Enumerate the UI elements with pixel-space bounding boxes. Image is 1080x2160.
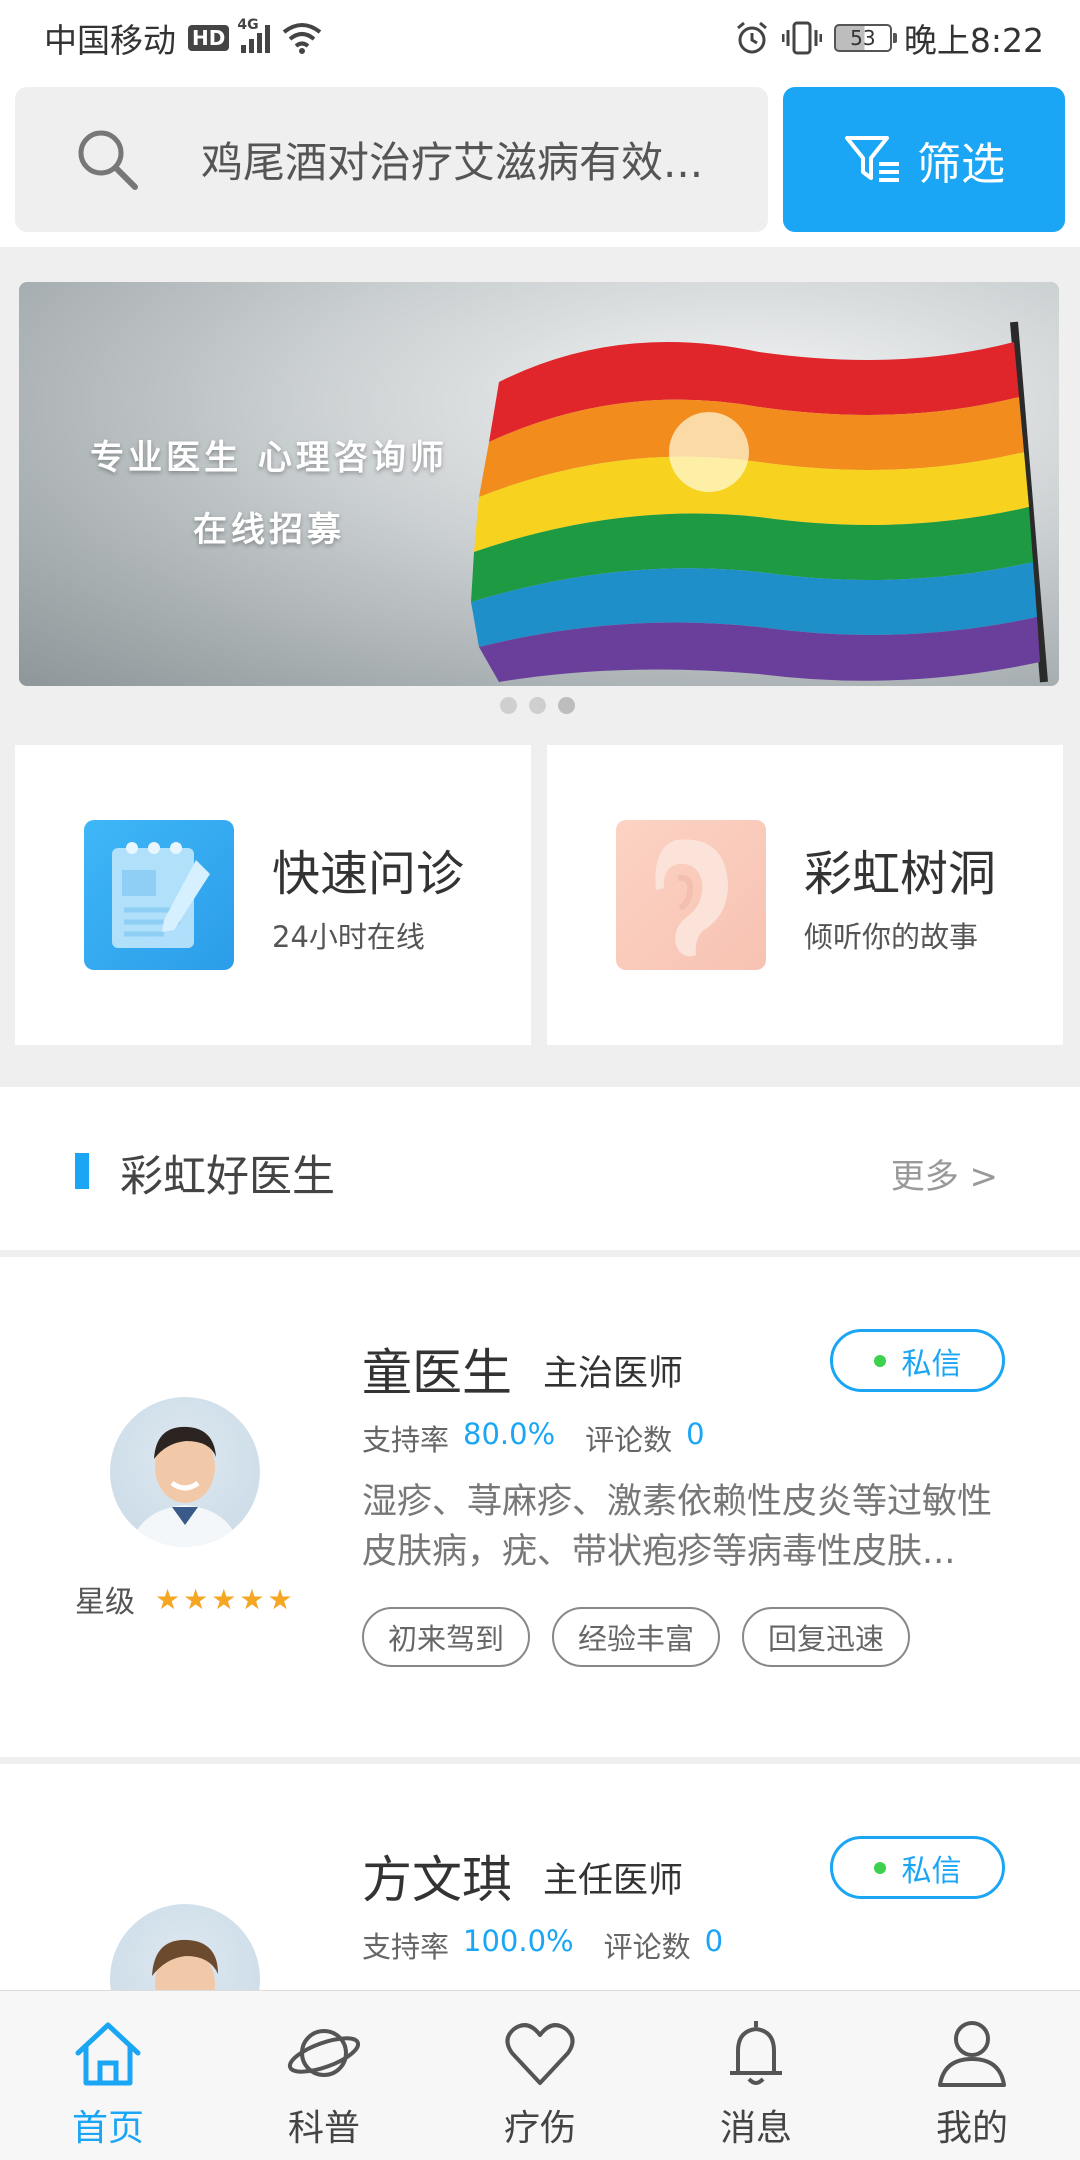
comment-value: 0	[686, 1417, 705, 1451]
avatar	[110, 1397, 260, 1547]
quick-consult-title: 快速问诊	[272, 846, 465, 902]
support-label: 支持率	[362, 1930, 450, 1964]
online-dot-icon	[873, 1861, 886, 1874]
support-label: 支持率	[362, 1423, 450, 1457]
battery-icon: 53	[833, 23, 897, 52]
doctor-card[interactable]: 星级 ★ ★ ★ ★ ★ 童医生 主治医师 私信 支持率 80.0% 评论数 0…	[0, 1257, 1080, 1757]
filter-icon	[845, 135, 899, 182]
alarm-icon	[736, 21, 767, 53]
quick-consult-subtitle: 24小时在线	[272, 920, 425, 954]
star-icon: ★	[267, 1582, 293, 1616]
banner-line1: 专业医生 心理咨询师	[90, 438, 448, 478]
rainbow-treehole-title: 彩虹树洞	[804, 846, 997, 902]
star-icon: ★	[183, 1582, 209, 1616]
doctor-title: 主任医师	[543, 1861, 684, 1901]
quick-consult-text: 快速问诊 24小时在线	[272, 834, 464, 956]
tab-label: 我的	[935, 2108, 1008, 2149]
star-label: 星级	[75, 1585, 135, 1620]
private-message-button[interactable]: 私信	[830, 1329, 1005, 1392]
recruit-banner[interactable]: 专业医生 心理咨询师 在线招募	[19, 282, 1059, 686]
tab-label: 疗伤	[503, 2108, 576, 2149]
quick-consult-card[interactable]: 快速问诊 24小时在线	[15, 745, 531, 1045]
heart-icon	[505, 2023, 575, 2085]
signal-icon: 4G	[237, 17, 271, 53]
private-message-button[interactable]: 私信	[830, 1836, 1005, 1899]
doctor-tag: 经验丰富	[552, 1607, 721, 1667]
pager-dot[interactable]	[529, 697, 546, 714]
tab-label: 消息	[719, 2108, 792, 2149]
pager-dot[interactable]	[500, 697, 517, 714]
filter-button[interactable]: 筛选	[783, 87, 1065, 232]
doctor-tags: 初来驾到 经验丰富 回复迅速	[362, 1607, 911, 1667]
status-bar: 中国移动 HD 4G 53 晚上8:22	[0, 0, 1080, 75]
doctor-tag: 初来驾到	[362, 1607, 531, 1667]
search-header: 鸡尾酒对治疗艾滋病有效... 筛选	[0, 75, 1080, 247]
rainbow-treehole-subtitle: 倾听你的故事	[804, 920, 979, 954]
banner-text: 专业医生 心理咨询师 在线招募	[59, 422, 479, 566]
status-right: 53 晚上8:22	[734, 14, 1044, 62]
star-rating: 星级 ★ ★ ★ ★ ★	[75, 1577, 293, 1621]
avatar	[110, 1904, 260, 1990]
notebook-icon	[84, 820, 234, 970]
search-input[interactable]: 鸡尾酒对治疗艾滋病有效...	[15, 87, 768, 232]
user-icon	[938, 2021, 1006, 2087]
wifi-icon	[283, 22, 322, 54]
star-icon: ★	[155, 1582, 181, 1616]
doctor-name: 童医生	[362, 1344, 512, 1402]
tab-messages[interactable]: 消息	[648, 1991, 864, 2160]
comment-label: 评论数	[603, 1930, 691, 1964]
doctor-stats: 支持率 80.0% 评论数 0	[362, 1417, 721, 1459]
more-link[interactable]: 更多 >	[891, 1149, 998, 1198]
rainbow-treehole-card[interactable]: 彩虹树洞 倾听你的故事	[547, 745, 1063, 1045]
private-message-label: 私信	[901, 1853, 962, 1889]
search-icon	[78, 130, 138, 190]
tab-label: 首页	[71, 2108, 144, 2149]
search-text: 鸡尾酒对治疗艾滋病有效...	[201, 138, 704, 187]
tab-healing[interactable]: 疗伤	[432, 1991, 648, 2160]
support-value: 100.0%	[463, 1924, 574, 1958]
star-icon: ★	[211, 1582, 237, 1616]
tab-label: 科普	[287, 2108, 360, 2149]
status-left: 中国移动 HD 4G	[44, 14, 322, 62]
tab-profile[interactable]: 我的	[864, 1991, 1080, 2160]
bell-icon	[730, 2021, 782, 2085]
bottom-tab-bar: 首页 科普 疗伤 消息 我的	[0, 1990, 1080, 2160]
banner-line2: 在线招募	[193, 510, 345, 550]
vibrate-icon	[781, 21, 822, 54]
rainbow-flag-image	[471, 321, 1048, 683]
filter-label: 筛选	[917, 138, 1005, 190]
doctor-tag: 回复迅速	[742, 1607, 911, 1667]
home-icon	[75, 2022, 141, 2086]
clock: 晚上8:22	[903, 20, 1044, 60]
doctor-title: 主治医师	[543, 1354, 684, 1394]
banner-pager	[500, 697, 575, 714]
stars: ★ ★ ★ ★ ★	[155, 1583, 293, 1616]
pager-dot-active[interactable]	[558, 697, 575, 714]
section-title: 彩虹好医生	[120, 1152, 335, 1202]
comment-value: 0	[704, 1924, 724, 1958]
section-accent-bar	[75, 1153, 89, 1189]
online-dot-icon	[873, 1354, 886, 1367]
star-icon: ★	[239, 1582, 265, 1616]
network-type: 4G	[237, 16, 259, 33]
planet-icon	[287, 2029, 361, 2077]
tab-science[interactable]: 科普	[216, 1991, 432, 2160]
doctor-stats: 支持率 100.0% 评论数 0	[362, 1924, 739, 1966]
private-message-label: 私信	[901, 1346, 962, 1382]
rainbow-treehole-text: 彩虹树洞 倾听你的故事	[804, 834, 996, 956]
hd-badge: HD	[188, 24, 230, 51]
ear-icon	[616, 820, 766, 970]
good-doctors-section-header: 彩虹好医生 更多 >	[0, 1087, 1080, 1250]
tab-home[interactable]: 首页	[0, 1991, 216, 2160]
doctor-description: 湿疹、荨麻疹、激素依赖性皮炎等过敏性皮肤病，疣、带状疱疹等病毒性皮肤...	[362, 1482, 993, 1572]
doctor-card[interactable]: 方文琪 主任医师 私信 支持率 100.0% 评论数 0	[0, 1764, 1080, 1990]
comment-label: 评论数	[585, 1423, 673, 1457]
support-value: 80.0%	[463, 1417, 556, 1451]
doctor-name: 方文琪	[362, 1851, 512, 1909]
carrier-label: 中国移动	[44, 20, 176, 60]
